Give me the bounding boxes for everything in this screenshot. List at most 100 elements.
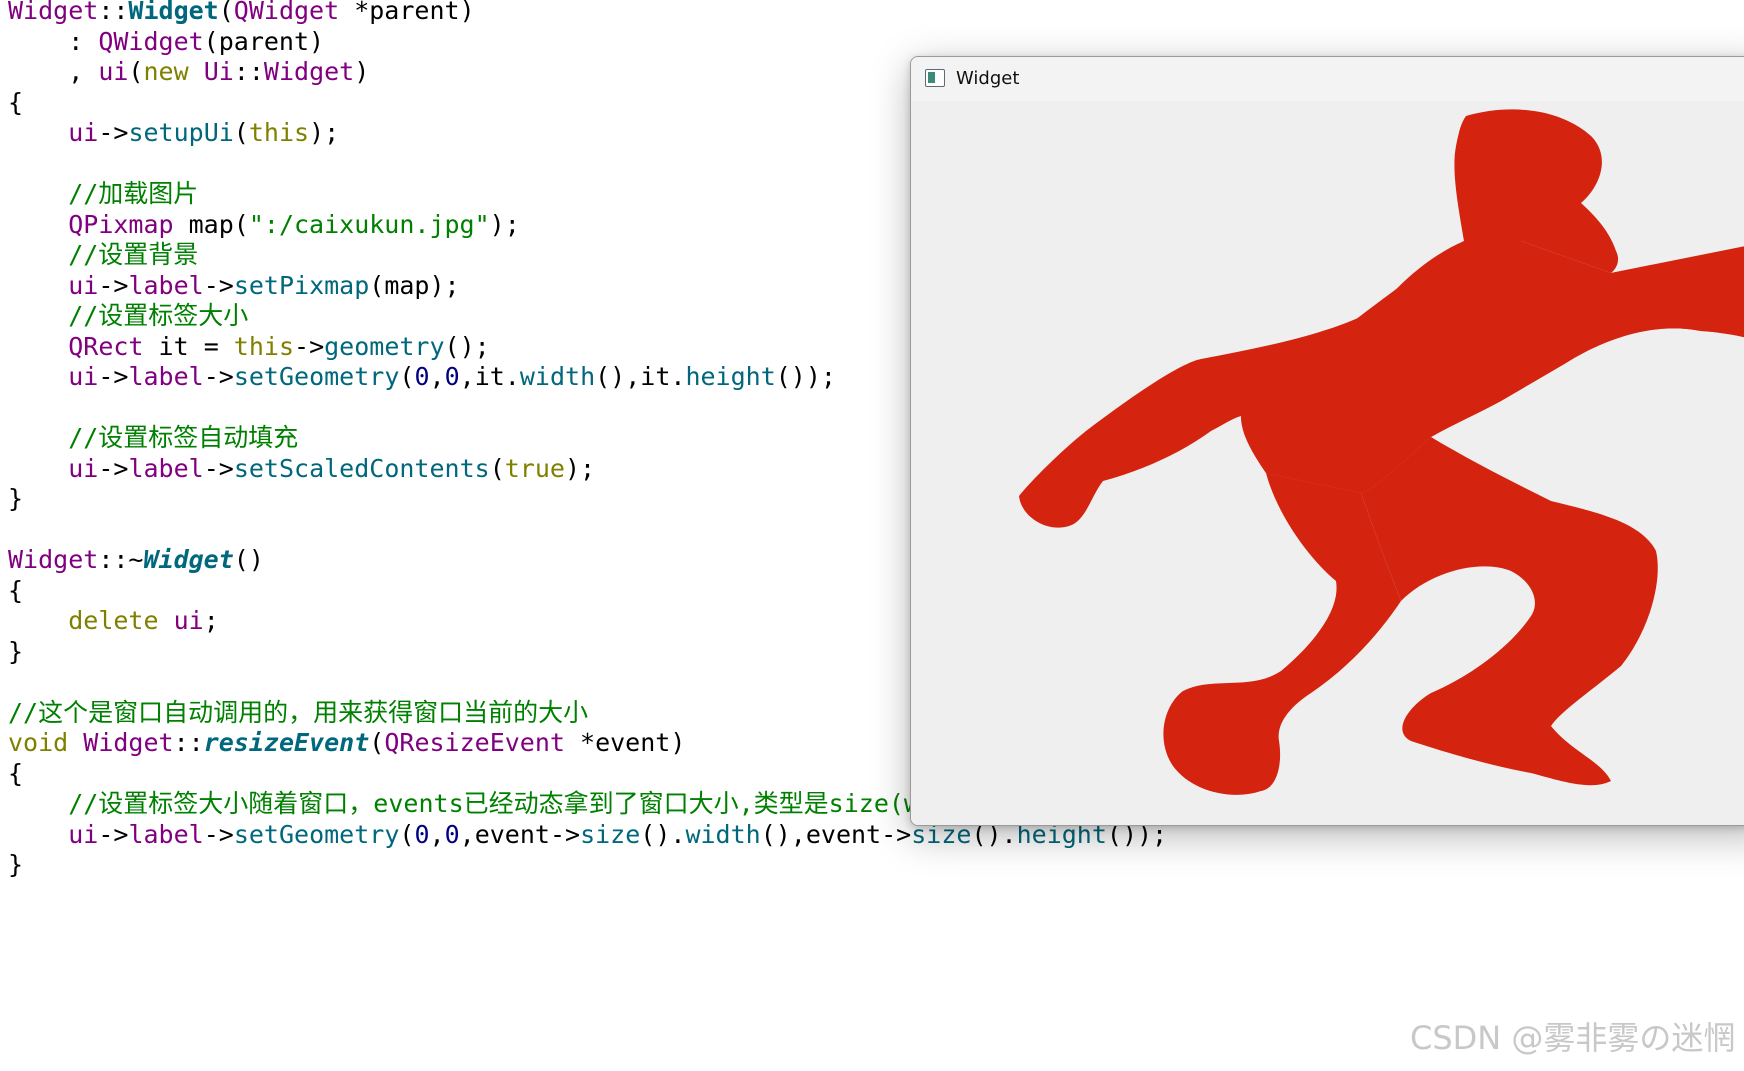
code-token: -> [98, 270, 129, 300]
code-token: ui [68, 362, 99, 391]
code-line: { [8, 86, 23, 120]
code-token: QPixmap [68, 209, 174, 239]
code-token: -> [98, 453, 129, 483]
widget-window[interactable]: Widget [910, 56, 1744, 826]
code-token: ( [128, 57, 144, 86]
code-line: //加载图片 [8, 177, 198, 211]
code-token: delete [68, 606, 159, 635]
code-token: -> [294, 331, 325, 361]
code-token: label [128, 362, 204, 391]
code-line: } [8, 848, 23, 882]
code-token: 0 [444, 819, 460, 849]
silhouette-torso-block [1241, 241, 1744, 493]
code-token: ); [309, 118, 340, 147]
code-line: QPixmap map(":/caixukun.jpg"); [8, 208, 520, 242]
code-line: { [8, 574, 23, 608]
red-silhouette-figure [1019, 109, 1744, 795]
code-token: width [519, 362, 596, 391]
code-line: } [8, 635, 23, 669]
code-token: resizeEvent [203, 728, 370, 757]
code-token: { [8, 575, 24, 605]
code-token: Widget [128, 0, 219, 25]
code-token: -> [98, 118, 129, 147]
code-token: -> [203, 270, 234, 300]
code-token: it = [143, 331, 234, 361]
code-token: setPixmap [233, 270, 370, 300]
silhouette-left-leg [1163, 473, 1401, 795]
code-token: ); [564, 453, 596, 483]
code-token: } [8, 484, 24, 513]
code-token: ( [369, 728, 385, 757]
code-token: ( [399, 362, 415, 391]
code-token: QResizeEvent [384, 728, 565, 757]
code-token: (parent) [203, 26, 325, 56]
red-silhouette-image [1019, 109, 1744, 795]
code-token: -> [98, 362, 129, 391]
code-token: ( [233, 118, 249, 147]
code-token: setGeometry [233, 819, 400, 849]
window-icon-pane [928, 72, 935, 83]
code-token: this [248, 118, 310, 147]
code-token: -> [203, 362, 234, 391]
code-token: ui [173, 606, 204, 635]
code-line: //设置标签自动填充 [8, 421, 298, 455]
code-token: ui [68, 270, 99, 300]
code-token: label [128, 453, 204, 483]
code-token: ; [203, 606, 219, 635]
window-icon [925, 69, 945, 87]
code-token: ui [98, 57, 129, 86]
code-line: { [8, 757, 23, 791]
code-token: size [580, 819, 641, 849]
code-token: ui [68, 453, 99, 483]
code-token: : [8, 26, 99, 56]
code-line: delete ui; [8, 604, 219, 638]
code-token: QRect [68, 331, 144, 361]
code-token: label [128, 819, 204, 849]
code-token: ( [399, 819, 415, 849]
code-token: *parent) [339, 0, 475, 25]
code-token: -> [203, 453, 234, 483]
code-token: :: [98, 0, 129, 25]
code-token: { [8, 758, 24, 788]
code-token: setGeometry [233, 362, 400, 391]
code-line: ui->setupUi(this); [8, 116, 339, 150]
code-token: void [8, 728, 69, 757]
code-token: ( [218, 0, 234, 25]
code-token: QWidget [98, 26, 204, 56]
code-token: ui [68, 118, 99, 147]
code-comment: //设置背景 [8, 240, 199, 269]
code-line: ui->label->setGeometry(0,0,it.width(),it… [8, 360, 836, 394]
code-token: (); [444, 331, 490, 361]
code-token: height [685, 362, 776, 391]
code-token: setupUi [128, 118, 234, 147]
code-token: } [8, 850, 24, 879]
code-token: Widget [83, 728, 174, 757]
code-token: Widget [143, 545, 234, 574]
code-token: geometry [324, 331, 445, 361]
code-line: : QWidget(parent) [8, 25, 324, 59]
code-token: new [143, 57, 189, 86]
code-token: ui [68, 819, 99, 849]
code-token: { [8, 87, 24, 117]
code-line: QRect it = this->geometry(); [8, 330, 490, 364]
code-token: ::~ [98, 545, 144, 574]
code-token: , [429, 362, 445, 391]
code-token: ()); [775, 362, 836, 391]
code-token: :: [233, 57, 264, 86]
window-titlebar[interactable]: Widget [911, 57, 1744, 101]
code-token: -> [203, 819, 234, 849]
code-token: width [685, 819, 761, 849]
code-token: QWidget [233, 0, 340, 25]
code-token: (). [640, 819, 686, 849]
code-token: (map); [369, 270, 460, 300]
code-comment: //设置标签大小 [8, 301, 249, 330]
code-token: , [429, 819, 445, 849]
code-line: //设置标签大小 [8, 299, 248, 333]
